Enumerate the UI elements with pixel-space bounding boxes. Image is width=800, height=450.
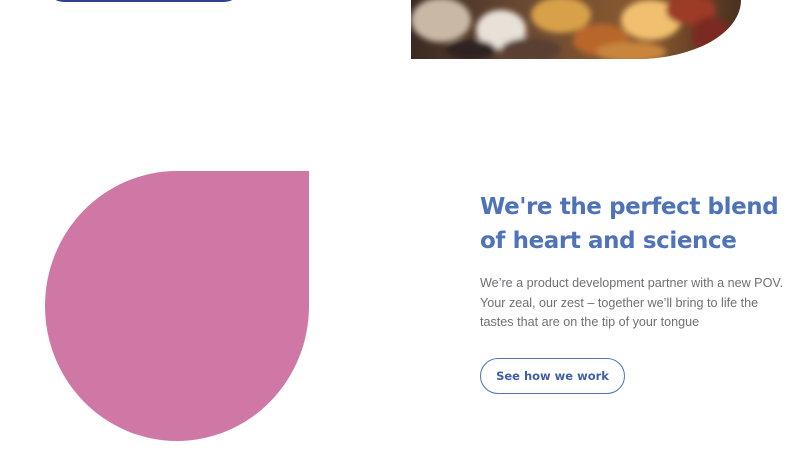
feature-section: We're the perfect blend of heart and sci… xyxy=(480,190,795,394)
hero-food-photo xyxy=(411,0,741,59)
feature-title: We're the perfect blend of heart and sci… xyxy=(480,194,779,254)
see-how-we-work-button[interactable]: See how we work xyxy=(480,357,625,394)
pink-drop-shape xyxy=(45,171,309,441)
page: We're the perfect blend of heart and sci… xyxy=(0,0,800,450)
previous-section-button[interactable] xyxy=(46,0,242,2)
feature-description: We’re a product development partner with… xyxy=(480,276,784,329)
